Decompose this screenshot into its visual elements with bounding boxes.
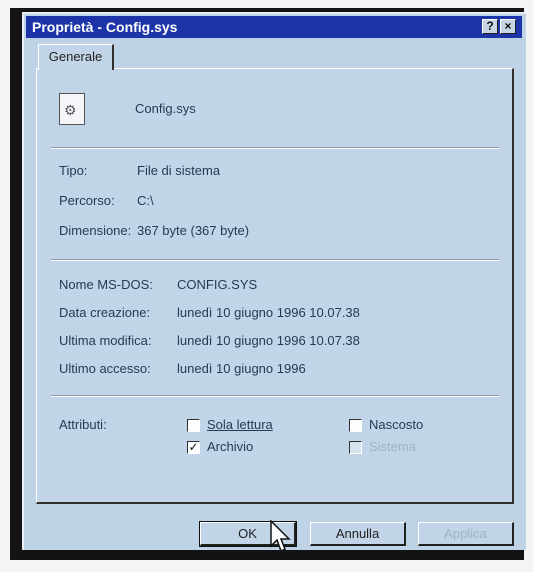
separator [51,259,499,261]
properties-dialog: Proprietà - Config.sys ? × Generale ⚙ Co… [22,12,526,550]
separator [51,395,499,397]
created-label: Data creazione: [59,305,151,320]
type-label: Tipo: [59,163,88,178]
hidden-label[interactable]: Nascosto [369,417,423,432]
mouse-cursor-icon [270,520,291,553]
modified-label: Ultima modifica: [59,333,152,348]
apply-button: Applica [418,522,514,546]
cancel-button[interactable]: Annulla [310,522,406,546]
size-label: Dimensione: [59,223,132,238]
system-file-icon: ⚙ [59,93,85,125]
path-value: C:\ [137,193,154,208]
system-label: Sistema [369,439,416,454]
close-button[interactable]: × [500,19,516,34]
accessed-label: Ultimo accesso: [59,361,151,376]
file-name: Config.sys [135,101,196,116]
general-panel: ⚙ Config.sys Tipo: File di sistema Perco… [36,68,514,504]
tab-generale[interactable]: Generale [38,44,114,70]
archive-checkbox[interactable]: ✓ [187,441,200,454]
type-value: File di sistema [137,163,221,178]
help-button[interactable]: ? [482,19,498,34]
modified-value: lunedì 10 giugno 1996 10.07.38 [177,333,360,348]
msdos-name-value: CONFIG.SYS [177,277,258,292]
read-only-label[interactable]: Sola lettura [207,417,273,432]
created-value: lunedì 10 giugno 1996 10.07.38 [177,305,360,320]
window-title: Proprietà - Config.sys [32,19,178,35]
title-bar[interactable]: Proprietà - Config.sys ? × [26,16,522,38]
attributes-label: Attributi: [59,417,107,432]
hidden-checkbox[interactable] [349,419,362,432]
size-value: 367 byte (367 byte) [137,223,250,238]
read-only-checkbox[interactable] [187,419,200,432]
system-checkbox [349,441,362,454]
archive-label[interactable]: Archivio [207,439,253,454]
separator [51,147,499,149]
gear-icon: ⚙ [64,102,77,118]
accessed-value: lunedì 10 giugno 1996 [177,361,306,376]
path-label: Percorso: [59,193,115,208]
msdos-name-label: Nome MS-DOS: [59,277,153,292]
